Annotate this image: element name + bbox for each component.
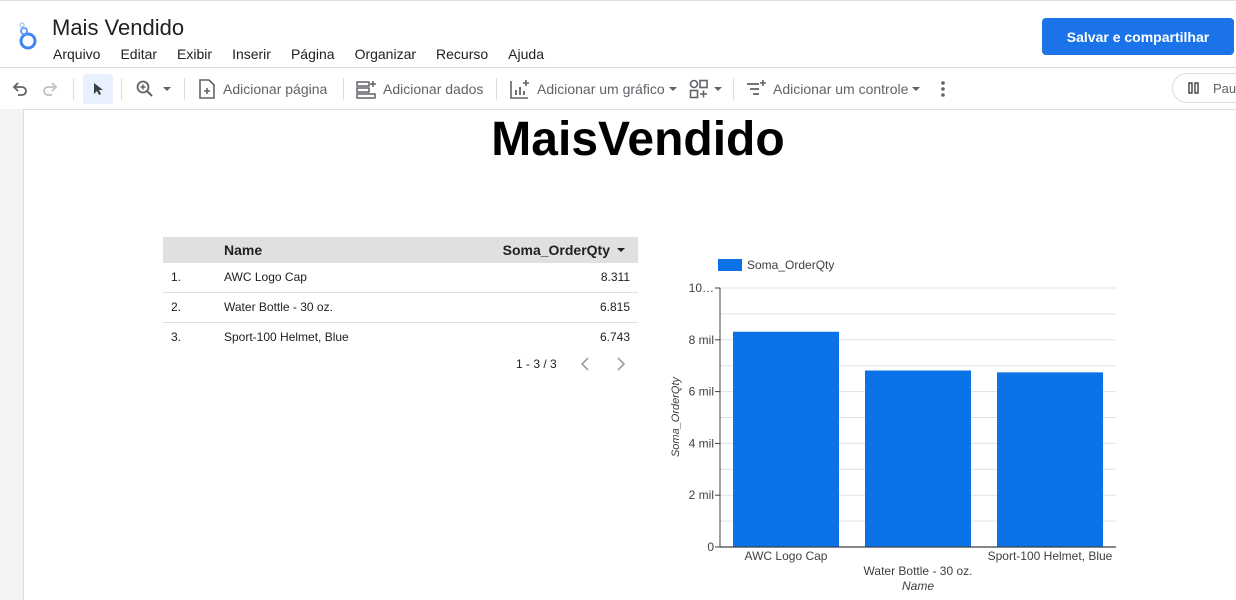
- y-tick-label: 0: [707, 540, 714, 554]
- redo-icon: [43, 81, 58, 96]
- menu-item[interactable]: Editar: [110, 45, 167, 63]
- row-number: 1.: [171, 270, 182, 284]
- zoom-in-icon: [136, 80, 153, 97]
- table-body: 1. AWC Logo Cap 8.311 2. Water Bottle - 30 o…: [163, 263, 638, 352]
- menu-item[interactable]: Recurso: [426, 45, 498, 63]
- row-name: Water Bottle - 30 oz.: [224, 300, 333, 314]
- menu-item[interactable]: Arquivo: [43, 45, 110, 63]
- y-axis-title: Soma_OrderQty: [670, 375, 682, 457]
- menu-bar: Arquivo Editar Exibir Inserir Página Organiza…: [43, 45, 554, 63]
- add-control-button[interactable]: Adicionar um controle: [745, 68, 922, 109]
- menu-item[interactable]: Página: [281, 45, 345, 63]
- table-row[interactable]: 1. AWC Logo Cap 8.311: [163, 263, 638, 293]
- table-pagination: 1 - 3 / 3: [163, 352, 638, 376]
- toolbar-divider: [121, 78, 122, 100]
- dropdown-arrow-icon: [668, 86, 677, 91]
- sort-descending-icon: [617, 248, 625, 252]
- table-row[interactable]: 2. Water Bottle - 30 oz. 6.815: [163, 293, 638, 323]
- toolbar-divider: [343, 78, 344, 100]
- y-tick-label: 10…: [689, 281, 714, 295]
- add-page-button[interactable]: Adicionar página: [197, 68, 327, 109]
- table-row[interactable]: 3. Sport-100 Helmet, Blue 6.743: [163, 323, 638, 352]
- bar: [997, 372, 1103, 547]
- more-options-button[interactable]: [933, 68, 953, 109]
- dropdown-arrow-icon: [912, 86, 921, 91]
- bar-chart[interactable]: 0 2 mil 4 mil 6 mil 8 mil 10… AWC Logo Cap Wate…: [660, 250, 1130, 600]
- bar: [865, 370, 971, 547]
- undo-icon: [12, 81, 27, 96]
- looker-studio-logo-icon[interactable]: [14, 21, 42, 51]
- menu-item[interactable]: Exibir: [167, 45, 222, 63]
- legend-swatch: [718, 259, 742, 271]
- dropdown-arrow-icon: [714, 86, 722, 91]
- y-tick-label: 6 mil: [689, 385, 714, 399]
- menu-item[interactable]: Inserir: [222, 45, 281, 63]
- community-components-icon: [689, 79, 708, 98]
- bar: [733, 331, 839, 547]
- app-header: Mais Vendido Arquivo Editar Exibir Inserir P…: [0, 0, 1236, 68]
- x-axis-title: Name: [902, 579, 934, 593]
- document-title[interactable]: Mais Vendido: [52, 15, 184, 41]
- undo-button[interactable]: [10, 68, 30, 109]
- row-name: Sport-100 Helmet, Blue: [224, 330, 349, 344]
- y-tick-label: 8 mil: [689, 333, 714, 347]
- canvas-gutter: [0, 109, 24, 600]
- row-value: 6.743: [599, 330, 630, 344]
- toolbar-divider: [184, 78, 185, 100]
- row-number: 2.: [171, 300, 182, 314]
- pagination-text: 1 - 3 / 3: [516, 357, 557, 371]
- zoom-button[interactable]: [135, 68, 175, 109]
- table-header: Name Soma_OrderQty: [163, 237, 638, 263]
- add-chart-icon: [510, 79, 529, 99]
- row-number: 3.: [171, 330, 182, 344]
- column-header-value[interactable]: Soma_OrderQty: [503, 242, 626, 258]
- y-tick-label: 4 mil: [689, 436, 714, 450]
- select-tool-button[interactable]: [83, 74, 113, 104]
- x-tick-label: Water Bottle - 30 oz.: [864, 564, 973, 578]
- report-title[interactable]: MaisVendido: [0, 110, 1236, 170]
- add-control-icon: [747, 79, 766, 95]
- add-control-label: Adicionar um controle: [773, 80, 909, 97]
- data-table[interactable]: Name Soma_OrderQty 1. AWC Logo Cap 8.311 2.…: [163, 237, 638, 352]
- row-value: 6.815: [599, 300, 630, 314]
- add-data-button[interactable]: Adicionar dados: [355, 68, 483, 109]
- column-header-name[interactable]: Name: [224, 242, 262, 258]
- add-page-label: Adicionar página: [223, 80, 328, 97]
- add-data-label: Adicionar dados: [383, 80, 484, 97]
- row-value: 8.311: [600, 270, 630, 284]
- save-and-share-button[interactable]: Salvar e compartilhar: [1042, 18, 1234, 55]
- pause-label: Paus: [1213, 80, 1236, 96]
- add-page-icon: [199, 78, 215, 99]
- menu-item[interactable]: Ajuda: [498, 45, 554, 63]
- toolbar-divider: [73, 78, 74, 100]
- toolbar-divider: [496, 78, 497, 100]
- add-chart-label: Adicionar um gráfico: [537, 80, 665, 97]
- pause-updates-button[interactable]: Paus: [1172, 73, 1236, 103]
- more-vert-icon: [941, 80, 945, 97]
- legend-label: Soma_OrderQty: [747, 258, 834, 272]
- pause-icon: [1188, 82, 1199, 94]
- chevron-right-icon[interactable]: [613, 354, 629, 374]
- toolbar: Adicionar página Adicionar dados Adicion…: [0, 67, 1236, 110]
- row-name: AWC Logo Cap: [224, 270, 307, 284]
- y-tick-label: 2 mil: [689, 488, 714, 502]
- x-tick-label: AWC Logo Cap: [745, 549, 828, 563]
- chevron-left-icon[interactable]: [577, 354, 593, 374]
- redo-button[interactable]: [40, 68, 60, 109]
- add-community-viz-button[interactable]: [688, 68, 724, 109]
- dropdown-arrow-icon: [163, 86, 171, 91]
- cursor-arrow-icon: [94, 83, 103, 95]
- x-tick-label: Sport-100 Helmet, Blue: [988, 549, 1113, 563]
- add-chart-button[interactable]: Adicionar um gráfico: [509, 68, 679, 109]
- menu-item[interactable]: Organizar: [345, 45, 426, 63]
- toolbar-divider: [733, 78, 734, 100]
- add-data-icon: [356, 80, 376, 99]
